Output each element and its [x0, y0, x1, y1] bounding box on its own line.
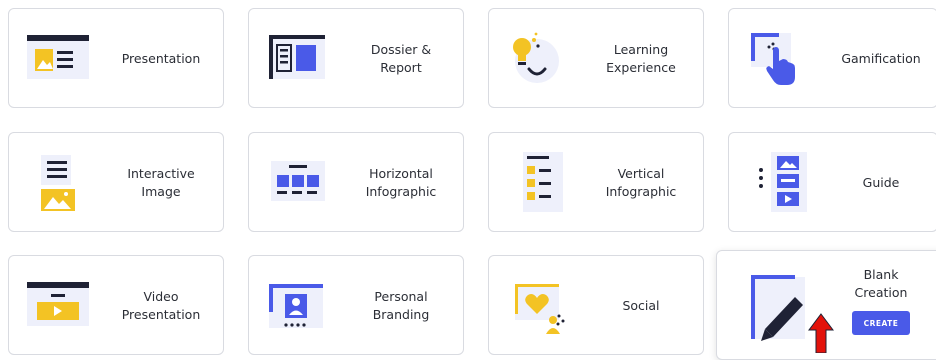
- guide-icon: [759, 152, 807, 212]
- card-vertical-infographic[interactable]: Vertical Infographic: [488, 132, 704, 232]
- pen-icon: [751, 275, 805, 341]
- card-interactive-image[interactable]: Interactive Image: [8, 132, 224, 232]
- card-horizontal-infographic[interactable]: Horizontal Infographic: [248, 132, 464, 232]
- card-presentation[interactable]: Presentation: [8, 8, 224, 108]
- card-label-video-presentation: Video Presentation: [121, 289, 201, 322]
- card-label-dossier-report: Dossier & Report: [370, 42, 432, 75]
- card-guide[interactable]: Guide: [728, 132, 936, 232]
- presentation-icon: [27, 35, 89, 79]
- personal-branding-icon: [269, 284, 323, 328]
- dossier-report-icon: [269, 35, 325, 79]
- red-arrow-icon: [808, 313, 834, 353]
- card-label-presentation: Presentation: [121, 51, 201, 66]
- social-heart-icon: [515, 284, 565, 334]
- vertical-infographic-icon: [523, 152, 563, 212]
- card-label-social: Social: [622, 298, 660, 313]
- card-social[interactable]: Social: [488, 255, 704, 355]
- card-label-interactive-image: Interactive Image: [127, 166, 195, 199]
- create-button[interactable]: CREATE: [852, 311, 910, 335]
- card-label-blank-creation: Blank Creation: [854, 267, 908, 300]
- card-video-presentation[interactable]: Video Presentation: [8, 255, 224, 355]
- card-label-gamification: Gamification: [841, 51, 921, 66]
- card-personal-branding[interactable]: Personal Branding: [248, 255, 464, 355]
- card-label-learning-experience: Learning Experience: [606, 42, 676, 75]
- video-icon: [27, 282, 89, 326]
- card-learning-experience[interactable]: Learning Experience: [488, 8, 704, 108]
- interactive-image-icon: [41, 155, 75, 211]
- card-label-personal-branding: Personal Branding: [372, 289, 430, 322]
- card-gamification[interactable]: Gamification: [728, 8, 936, 108]
- card-label-guide: Guide: [862, 175, 900, 190]
- card-label-horizontal-infographic: Horizontal Infographic: [365, 166, 437, 199]
- hand-pointer-icon: [751, 33, 795, 85]
- lightbulb-icon: [513, 32, 559, 83]
- card-label-vertical-infographic: Vertical Infographic: [605, 166, 677, 199]
- card-dossier-report[interactable]: Dossier & Report: [248, 8, 464, 108]
- horizontal-infographic-icon: [271, 161, 325, 201]
